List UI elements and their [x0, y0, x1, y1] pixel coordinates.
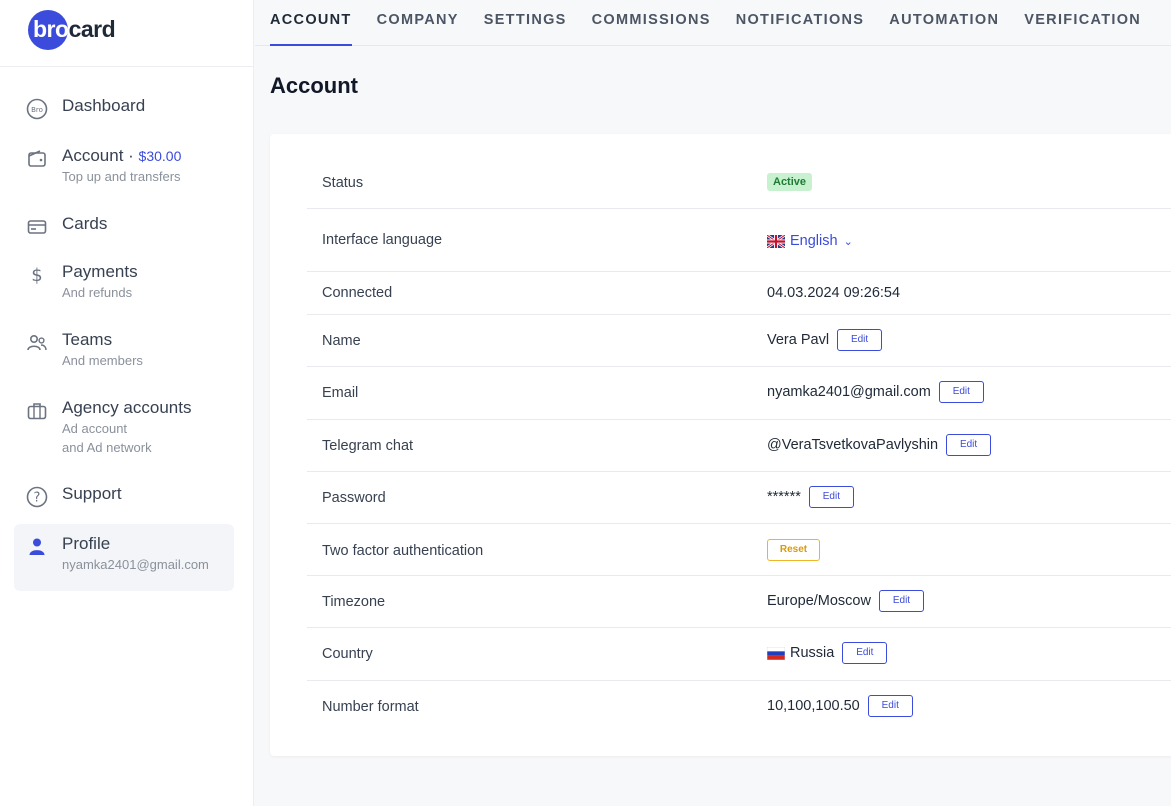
row-connected: Connected 04.03.2024 09:26:54	[307, 272, 1171, 315]
page-title: Account	[270, 73, 358, 98]
dollar-icon: $	[26, 264, 48, 286]
edit-name-button[interactable]: Edit	[837, 329, 883, 351]
edit-timezone-button[interactable]: Edit	[878, 590, 924, 612]
account-card: Status Active Interface language English…	[270, 134, 1171, 756]
tab-bar: ACCOUNT COMPANY SETTINGS COMMISSIONS NOT…	[255, 0, 1171, 46]
edit-number-format-button[interactable]: Edit	[867, 695, 913, 717]
briefcase-icon	[26, 400, 48, 422]
tab-verification[interactable]: VERIFICATION	[1024, 0, 1141, 46]
row-name: Name Vera Pavl Edit	[307, 315, 1171, 367]
logo-text: brocard	[33, 16, 116, 42]
edit-email-button[interactable]: Edit	[938, 381, 984, 403]
row-telegram: Telegram chat @VeraTsvetkovaPavlyshin Edi…	[307, 420, 1171, 472]
tab-settings[interactable]: SETTINGS	[484, 0, 567, 46]
chevron-down-icon: ⌄	[843, 235, 853, 248]
tab-automation[interactable]: AUTOMATION	[889, 0, 999, 46]
status-badge: Active	[767, 173, 813, 191]
svg-text:?: ?	[34, 491, 41, 506]
row-status: Status Active	[307, 158, 1171, 209]
svg-text:Bro: Bro	[31, 106, 43, 114]
sidebar-nav: Bro Dashboard Account · $30.00 Top up an…	[14, 86, 234, 591]
tab-account[interactable]: ACCOUNT	[270, 0, 352, 46]
card-icon	[26, 216, 48, 238]
language-select[interactable]: English ⌄	[767, 233, 853, 249]
users-icon	[26, 332, 48, 354]
row-country: Country Russia Edit	[307, 628, 1171, 681]
row-timezone: Timezone Europe/Moscow Edit	[307, 576, 1171, 628]
sidebar-item-support[interactable]: ? Support	[14, 474, 234, 522]
sidebar-item-cards[interactable]: Cards	[14, 204, 234, 252]
tab-company[interactable]: COMPANY	[377, 0, 459, 46]
sidebar-item-teams[interactable]: Teams And members	[14, 320, 234, 388]
tab-notifications[interactable]: NOTIFICATIONS	[736, 0, 865, 46]
user-icon	[26, 536, 48, 558]
sidebar: brocard Bro Dashboard Account · $30.00 T…	[0, 0, 254, 806]
reset-2fa-button[interactable]: Reset	[767, 539, 820, 561]
bro-badge-icon: Bro	[26, 98, 48, 120]
row-two-factor: Two factor authentication Reset	[307, 524, 1171, 576]
edit-password-button[interactable]: Edit	[808, 486, 854, 508]
row-email: Email nyamka2401@gmail.com Edit	[307, 367, 1171, 420]
sidebar-item-payments[interactable]: $ Payments And refunds	[14, 252, 234, 320]
sidebar-item-agency-accounts[interactable]: Agency accounts Ad account and Ad networ…	[14, 388, 234, 474]
russia-flag-icon	[767, 646, 785, 660]
tab-commissions[interactable]: COMMISSIONS	[592, 0, 711, 46]
row-password: Password ****** Edit	[307, 472, 1171, 524]
sidebar-item-account[interactable]: Account · $30.00 Top up and transfers	[14, 136, 234, 204]
edit-telegram-button[interactable]: Edit	[946, 434, 992, 456]
svg-text:$: $	[31, 265, 42, 286]
logo[interactable]: brocard	[0, 0, 253, 67]
sidebar-item-dashboard[interactable]: Bro Dashboard	[14, 86, 234, 136]
wallet-icon	[26, 148, 48, 170]
uk-flag-icon	[767, 234, 785, 248]
account-balance: $30.00	[138, 148, 182, 164]
sidebar-item-profile[interactable]: Profile nyamka2401@gmail.com	[14, 524, 234, 591]
edit-country-button[interactable]: Edit	[842, 642, 888, 664]
row-language: Interface language English ⌄	[307, 209, 1171, 272]
account-details: Status Active Interface language English…	[307, 158, 1171, 733]
sidebar-item-label: Account ·	[62, 146, 139, 165]
help-circle-icon: ?	[26, 486, 48, 508]
row-number-format: Number format 10,100,100.50 Edit	[307, 681, 1171, 733]
